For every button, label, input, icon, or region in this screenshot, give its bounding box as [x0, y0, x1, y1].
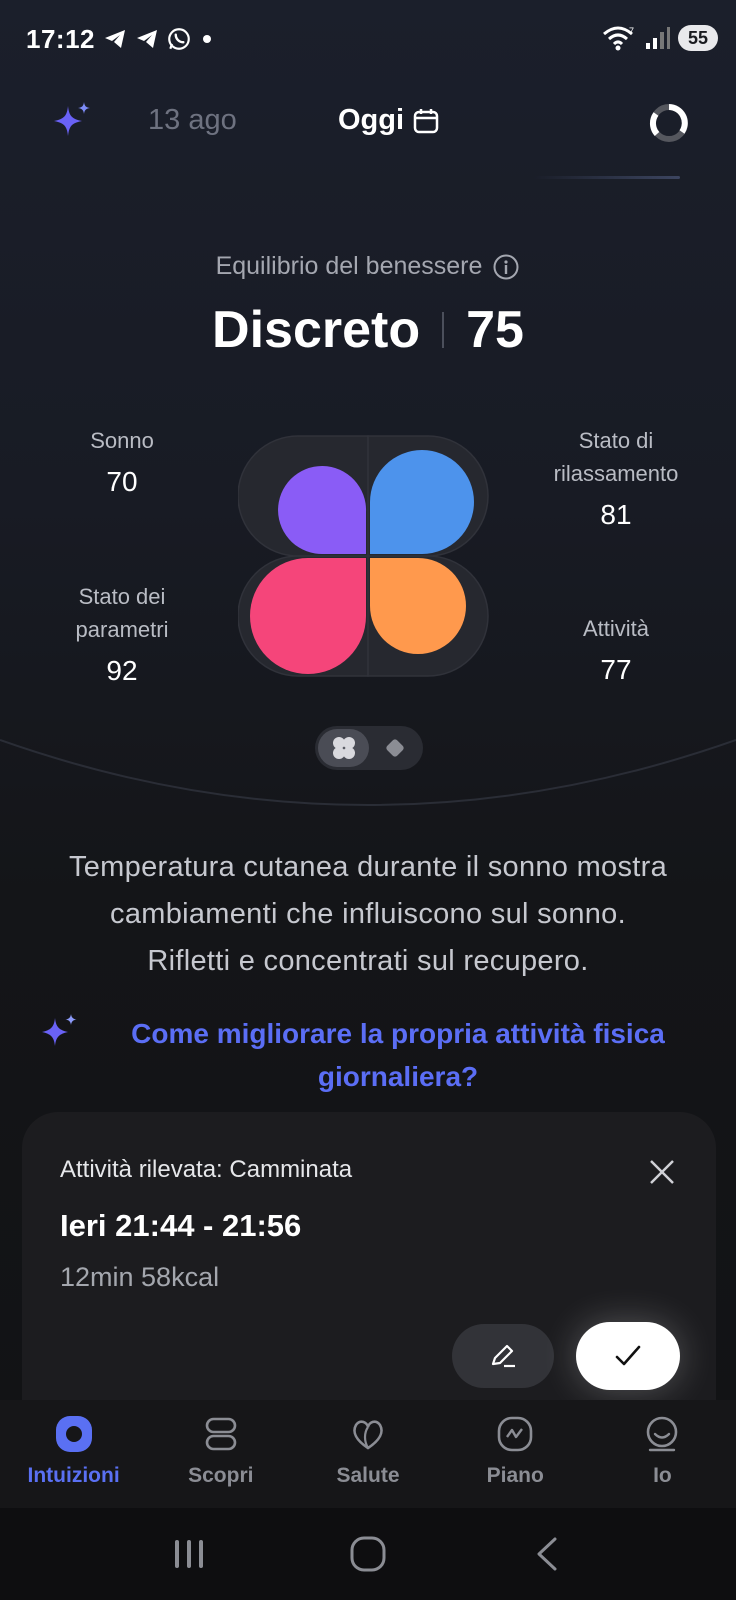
insight-line-2: cambiamenti che influiscono sul sonno. [110, 898, 626, 930]
metric-activity-label: Attività [582, 616, 650, 641]
wellness-flower[interactable] [238, 426, 498, 686]
activity-stats: 12min 58kcal [60, 1262, 220, 1292]
discover-icon [205, 1417, 237, 1451]
metric-relaxation-label-1: Stato di [578, 428, 654, 453]
dot-icon [203, 35, 211, 43]
check-icon [615, 1345, 641, 1366]
ai-sparkle-icon [42, 1014, 77, 1046]
nav-item-discover[interactable]: Scopri [147, 1400, 294, 1508]
metric-parameters-value: 92 [106, 655, 138, 686]
today-label: Oggi [338, 104, 405, 136]
wellness-label-row: Equilibrio del benessere [0, 252, 736, 281]
wellness-status: Discreto [212, 301, 421, 359]
sync-ring-icon[interactable] [648, 102, 690, 144]
ask-line-2: giornaliera? [317, 1061, 479, 1092]
nav-item-insights[interactable]: Intuizioni [0, 1400, 147, 1508]
activity-time-range: Ieri 21:44 - 21:56 [60, 1208, 302, 1243]
profile-icon [647, 1416, 678, 1452]
insights-icon [55, 1416, 92, 1452]
metric-activity-value: 77 [600, 654, 632, 685]
wellness-label: Equilibrio del benessere [215, 252, 483, 280]
metric-sleep-value: 70 [106, 466, 138, 497]
petal-relaxation[interactable] [370, 450, 474, 554]
telegram-icon [105, 30, 125, 48]
wifi-icon: 7 [602, 26, 634, 51]
metric-parameters-label-1: Stato dei [78, 584, 166, 609]
toggle-flower-view[interactable] [318, 729, 369, 767]
metric-activity[interactable]: Attività 77 [556, 612, 676, 687]
edit-button[interactable] [452, 1324, 554, 1388]
health-icon [353, 1420, 383, 1450]
clover-icon [332, 737, 355, 759]
close-button[interactable] [642, 1152, 682, 1192]
nav-label-plan: Piano [486, 1464, 544, 1487]
status-time: 17:12 [26, 24, 95, 54]
telegram-icon [137, 30, 157, 48]
metric-relaxation-label-2: rilassamento [553, 461, 679, 486]
petal-activity[interactable] [370, 558, 466, 654]
today-tab[interactable]: Oggi [338, 104, 440, 137]
nav-label-health: Salute [336, 1464, 400, 1487]
status-right: 7 55 [602, 24, 718, 52]
home-icon[interactable] [348, 1534, 388, 1574]
previous-date-tab[interactable]: 13 ago [148, 104, 237, 137]
petal-parameters[interactable] [250, 558, 366, 674]
nav-item-health[interactable]: Salute [294, 1400, 441, 1508]
metric-parameters-label-2: parametri [75, 617, 169, 642]
svg-text:7: 7 [629, 26, 634, 36]
pencil-icon [491, 1344, 515, 1368]
metric-parameters[interactable]: Stato dei parametri 92 [56, 580, 188, 688]
nav-item-plan[interactable]: Piano [442, 1400, 589, 1508]
insight-line-1: Temperatura cutanea durante il sonno mos… [68, 851, 668, 883]
metric-relaxation-value: 81 [600, 499, 632, 530]
nav-item-profile[interactable]: Io [589, 1400, 736, 1508]
wellness-score: 75 [466, 301, 524, 359]
notification-icons [102, 26, 216, 52]
petal-sleep[interactable] [278, 466, 367, 555]
nav-label-insights: Intuizioni [27, 1464, 120, 1487]
plan-icon [497, 1416, 533, 1452]
ask-line-1: Come migliorare la propria attività fisi… [131, 1018, 665, 1049]
diamond-icon [385, 739, 404, 757]
insight-text: Temperatura cutanea durante il sonno mos… [20, 844, 716, 985]
confirm-button[interactable] [576, 1322, 680, 1390]
battery-indicator: 55 [677, 25, 718, 51]
insight-line-3: Rifletti e concentrati sul recupero. [147, 945, 589, 977]
tab-indicator [534, 176, 680, 179]
close-icon [650, 1160, 674, 1184]
signal-icon [645, 27, 670, 49]
whatsapp-icon [168, 28, 190, 50]
ask-ai-link[interactable]: Come migliorare la propria attività fisi… [128, 1012, 668, 1098]
nav-label-profile: Io [653, 1464, 672, 1487]
metric-sleep-label: Sonno [90, 428, 154, 453]
ai-sparkle-icon[interactable] [50, 100, 92, 142]
view-toggle[interactable] [315, 726, 423, 770]
back-icon[interactable] [527, 1534, 567, 1574]
bottom-navigation: Intuizioni Scopri Salute Piano Io [0, 1400, 736, 1508]
calendar-icon[interactable] [412, 107, 440, 135]
info-icon[interactable] [492, 253, 520, 281]
system-nav-bar [0, 1508, 736, 1600]
wellness-score-row: Discreto 75 [0, 300, 736, 360]
nav-label-discover: Scopri [188, 1464, 254, 1487]
metric-sleep[interactable]: Sonno 70 [60, 424, 184, 499]
card-title: Attività rilevata: Camminata [60, 1156, 353, 1183]
toggle-diamond-view[interactable] [369, 729, 420, 767]
metric-relaxation[interactable]: Stato di rilassamento 81 [536, 424, 696, 532]
score-separator [442, 312, 445, 348]
recent-apps-icon[interactable] [169, 1534, 209, 1574]
